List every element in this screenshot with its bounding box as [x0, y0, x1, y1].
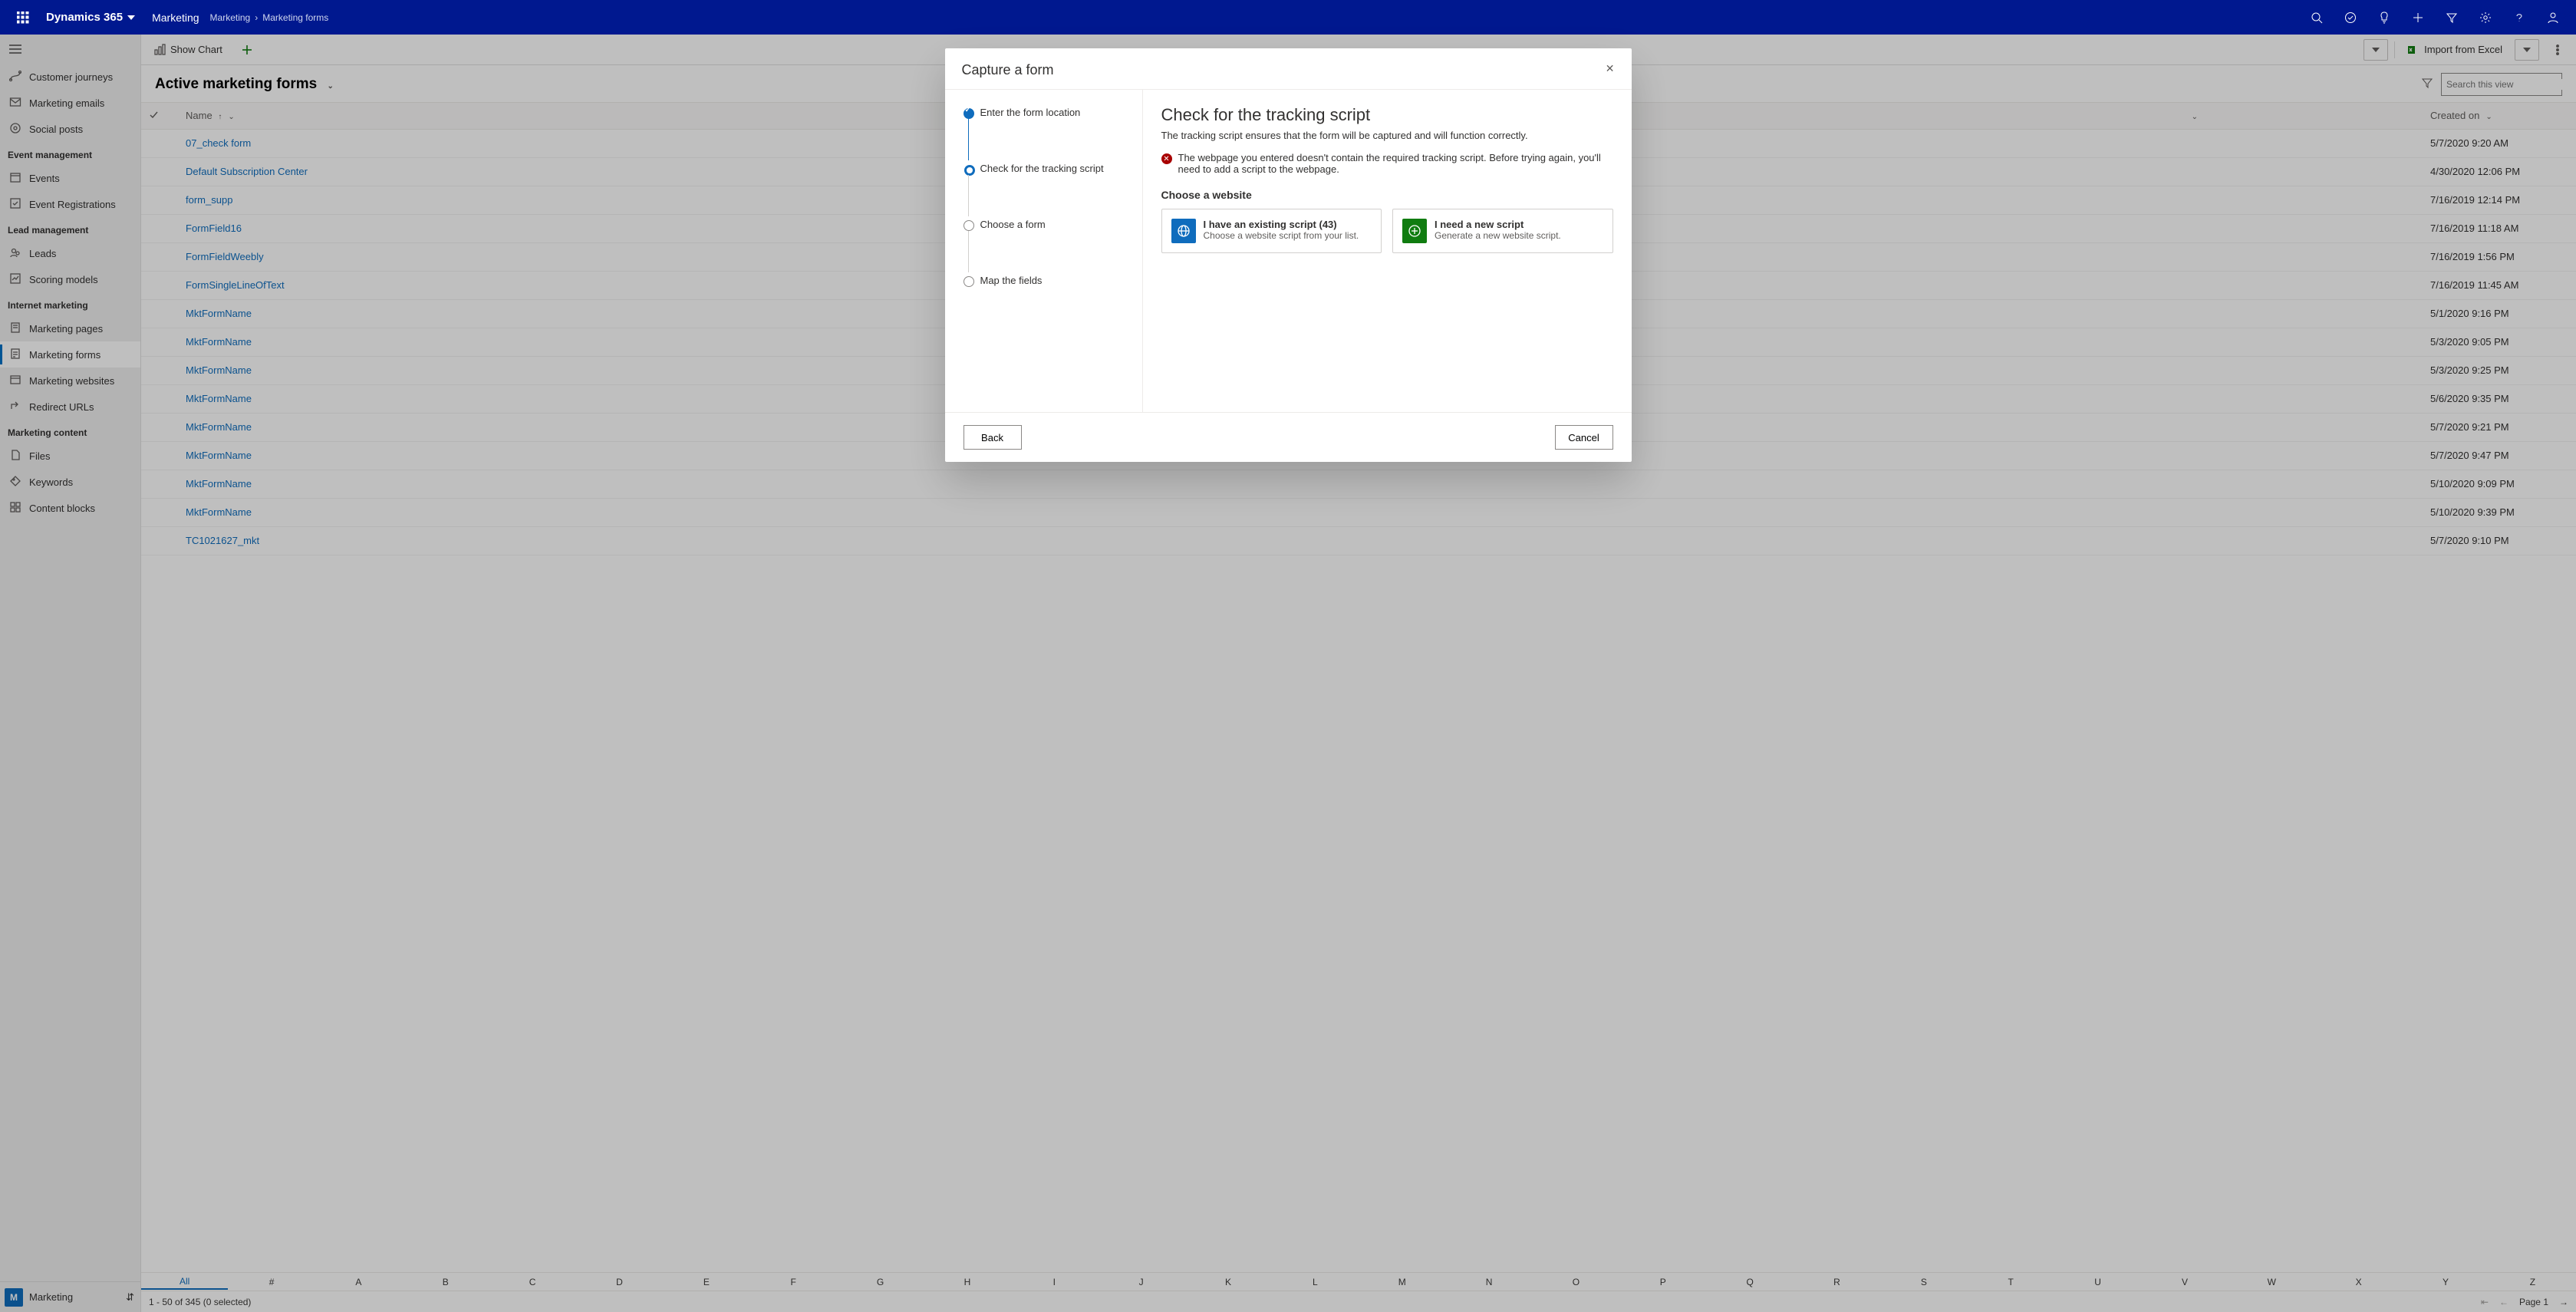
account-icon[interactable]: [2536, 0, 2570, 35]
breadcrumb-item-2[interactable]: Marketing forms: [262, 12, 328, 23]
wizard-content: Check for the tracking script The tracki…: [1143, 90, 1632, 412]
wizard-step-3: Choose a form: [964, 219, 1135, 230]
new-script-desc: Generate a new website script.: [1435, 230, 1561, 241]
new-script-card[interactable]: I need a new script Generate a new websi…: [1392, 209, 1613, 253]
globe-icon: [1171, 219, 1196, 243]
search-icon[interactable]: [2300, 0, 2334, 35]
error-text: The webpage you entered doesn't contain …: [1178, 152, 1613, 175]
app-area-label[interactable]: Marketing: [141, 12, 209, 24]
wizard-step-2: Check for the tracking script: [964, 163, 1135, 174]
error-icon: ✕: [1161, 153, 1172, 164]
back-button[interactable]: Back: [964, 425, 1022, 450]
existing-script-title: I have an existing script (43): [1204, 219, 1359, 230]
capture-form-modal: Capture a form ✕ Enter the form location…: [945, 48, 1632, 462]
wizard-heading: Check for the tracking script: [1161, 105, 1613, 125]
breadcrumb: Marketing › Marketing forms: [210, 12, 329, 23]
existing-script-card[interactable]: I have an existing script (43) Choose a …: [1161, 209, 1382, 253]
choose-website-label: Choose a website: [1161, 189, 1613, 201]
wizard-step-1: Enter the form location: [964, 107, 1135, 118]
modal-title: Capture a form: [962, 62, 1054, 78]
modal-close-button[interactable]: ✕: [1606, 62, 1615, 75]
app-launcher-button[interactable]: [6, 12, 40, 24]
settings-icon[interactable]: [2469, 0, 2502, 35]
wizard-step-label: Choose a form: [980, 219, 1046, 230]
cancel-button[interactable]: Cancel: [1555, 425, 1613, 450]
brand-label: Dynamics 365: [46, 11, 123, 24]
wizard-error-message: ✕ The webpage you entered doesn't contai…: [1161, 152, 1613, 175]
wizard-step-label: Enter the form location: [980, 107, 1081, 118]
wizard-steps: Enter the form location Check for the tra…: [945, 90, 1143, 412]
modal-backdrop: Capture a form ✕ Enter the form location…: [0, 35, 2576, 1312]
task-icon[interactable]: [2334, 0, 2367, 35]
chevron-down-icon: [127, 15, 135, 20]
global-navbar: Dynamics 365 Marketing Marketing › Marke…: [0, 0, 2576, 35]
new-script-title: I need a new script: [1435, 219, 1561, 230]
wizard-step-4: Map the fields: [964, 275, 1135, 286]
existing-script-desc: Choose a website script from your list.: [1204, 230, 1359, 241]
wizard-subtext: The tracking script ensures that the for…: [1161, 130, 1613, 141]
wizard-step-label: Map the fields: [980, 275, 1043, 286]
filter-icon[interactable]: [2435, 0, 2469, 35]
help-icon[interactable]: [2502, 0, 2536, 35]
add-icon[interactable]: [2401, 0, 2435, 35]
breadcrumb-separator: ›: [255, 12, 258, 23]
lightbulb-icon[interactable]: [2367, 0, 2401, 35]
breadcrumb-item-1[interactable]: Marketing: [210, 12, 251, 23]
plus-circle-icon: [1402, 219, 1427, 243]
product-brand[interactable]: Dynamics 365: [40, 11, 141, 24]
wizard-step-label: Check for the tracking script: [980, 163, 1104, 174]
